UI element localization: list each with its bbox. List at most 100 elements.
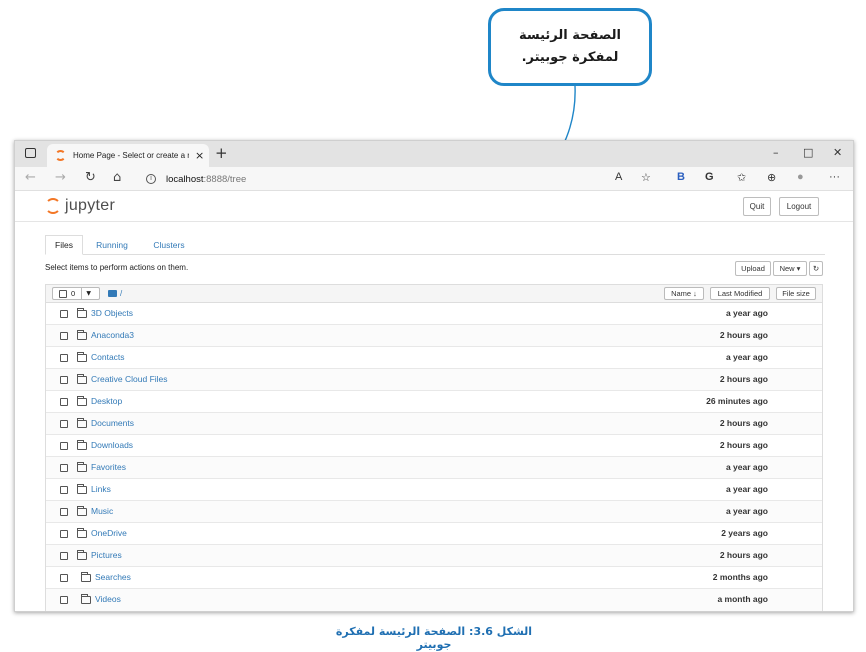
url-input[interactable]: i localhost :8888/tree — [146, 170, 716, 188]
back-icon[interactable]: ← — [25, 170, 36, 185]
refresh-list-button[interactable]: ↻ — [809, 261, 823, 276]
last-modified: a year ago — [725, 462, 768, 472]
table-row[interactable]: 3D Objects a year ago — [46, 303, 822, 325]
breadcrumb-root[interactable]: / — [120, 289, 122, 298]
maximize-button[interactable]: □ — [803, 146, 813, 159]
forward-icon[interactable]: → — [55, 170, 66, 185]
folder-icon — [77, 528, 87, 538]
file-name-link[interactable]: Creative Cloud Files — [91, 374, 168, 384]
tab-clusters[interactable]: Clusters — [145, 235, 193, 255]
site-info-icon[interactable]: i — [146, 174, 156, 184]
last-modified: 2 hours ago — [719, 374, 768, 384]
g-extension-icon[interactable]: G — [705, 171, 714, 183]
file-name-link[interactable]: OneDrive — [91, 528, 127, 538]
table-row[interactable]: Anaconda3 2 hours ago — [46, 325, 822, 347]
file-name-link[interactable]: Documents — [91, 418, 134, 428]
collections-icon[interactable]: ⊕ — [767, 171, 776, 184]
profile-avatar-icon[interactable]: ● — [797, 171, 804, 183]
read-aloud-icon[interactable]: A — [615, 171, 622, 183]
table-row[interactable]: Documents 2 hours ago — [46, 413, 822, 435]
minimize-button[interactable]: – — [773, 146, 779, 159]
table-row[interactable]: Links a year ago — [46, 479, 822, 501]
file-name-link[interactable]: 3D Objects — [91, 308, 133, 318]
table-row[interactable]: Desktop 26 minutes ago — [46, 391, 822, 413]
row-checkbox[interactable] — [60, 596, 68, 604]
row-checkbox[interactable] — [60, 552, 68, 560]
close-window-button[interactable]: ✕ — [833, 146, 842, 159]
row-checkbox[interactable] — [60, 398, 68, 406]
row-checkbox[interactable] — [60, 508, 68, 516]
tab-running[interactable]: Running — [89, 235, 135, 255]
row-checkbox[interactable] — [60, 332, 68, 340]
home-icon[interactable]: ⌂ — [113, 170, 121, 185]
new-dropdown-button[interactable]: New ▾ — [773, 261, 807, 276]
table-row[interactable]: Favorites a year ago — [46, 457, 822, 479]
file-name-link[interactable]: Contacts — [91, 352, 125, 362]
url-host: localhost — [166, 173, 204, 185]
table-row[interactable]: Music a year ago — [46, 501, 822, 523]
file-name-link[interactable]: Pictures — [91, 550, 122, 560]
row-checkbox[interactable] — [60, 530, 68, 538]
file-name-link[interactable]: Favorites — [91, 462, 126, 472]
table-row[interactable]: Downloads 2 hours ago — [46, 435, 822, 457]
table-row[interactable]: Creative Cloud Files 2 hours ago — [46, 369, 822, 391]
table-row[interactable]: Searches 2 months ago — [46, 567, 822, 589]
select-all-checkbox[interactable] — [59, 289, 67, 298]
logout-button[interactable]: Logout — [779, 197, 819, 216]
folder-icon — [77, 462, 87, 472]
file-name-link[interactable]: Videos — [95, 594, 121, 604]
row-checkbox[interactable] — [60, 420, 68, 428]
row-checkbox[interactable] — [60, 310, 68, 318]
sort-file-size-button[interactable]: File size — [776, 287, 816, 300]
tab-close-icon[interactable]: × — [195, 149, 204, 162]
select-dropdown-icon[interactable]: ▼ — [81, 287, 95, 300]
tab-actions-icon[interactable] — [25, 148, 36, 158]
table-row[interactable]: Videos a month ago — [46, 589, 822, 611]
select-all-group[interactable]: 0 ▼ — [52, 287, 100, 300]
selected-count: 0 — [71, 289, 76, 298]
last-modified: a year ago — [725, 506, 768, 516]
row-checkbox[interactable] — [60, 442, 68, 450]
file-name-link[interactable]: Desktop — [91, 396, 122, 406]
upload-button[interactable]: Upload — [735, 261, 771, 276]
file-name-link[interactable]: Music — [91, 506, 113, 516]
address-bar: ← → ↻ ⌂ i localhost :8888/tree A ☆ B G ✩… — [15, 167, 853, 191]
row-checkbox[interactable] — [60, 574, 68, 582]
browser-tab-home[interactable]: Home Page - Select or create a n × — [47, 144, 209, 167]
last-modified: 2 hours ago — [719, 330, 768, 340]
more-menu-icon[interactable]: ··· — [829, 171, 840, 183]
row-checkbox[interactable] — [60, 354, 68, 362]
new-tab-button[interactable]: + — [215, 144, 228, 162]
sort-last-modified-button[interactable]: Last Modified — [710, 287, 770, 300]
table-row[interactable]: Pictures 2 hours ago — [46, 545, 822, 567]
folder-icon — [77, 308, 87, 318]
row-checkbox[interactable] — [60, 464, 68, 472]
figure-caption: الشكل 3.6: الصفحة الرئيسة لمفكرة جوبيتر — [335, 625, 533, 651]
last-modified: a year ago — [725, 484, 768, 494]
row-checkbox[interactable] — [60, 486, 68, 494]
row-checkbox[interactable] — [60, 376, 68, 384]
file-name-link[interactable]: Searches — [95, 572, 131, 582]
b-extension-icon[interactable]: B — [677, 171, 685, 183]
sort-name-button[interactable]: Name ↓ — [664, 287, 704, 300]
jupyter-logo-text: jupyter — [65, 197, 116, 214]
last-modified: 2 hours ago — [719, 550, 768, 560]
favorite-star-icon[interactable]: ☆ — [641, 171, 651, 184]
breadcrumb[interactable]: / — [108, 289, 122, 298]
jupyter-logo[interactable]: jupyter — [45, 197, 115, 215]
table-row[interactable]: OneDrive 2 years ago — [46, 523, 822, 545]
folder-icon — [77, 396, 87, 406]
callout-line-2: لمفكرة جوبيتر. — [521, 50, 619, 65]
tab-files[interactable]: Files — [45, 235, 83, 255]
folder-icon — [77, 374, 87, 384]
quit-button[interactable]: Quit — [743, 197, 771, 216]
table-row[interactable]: Contacts a year ago — [46, 347, 822, 369]
refresh-icon[interactable]: ↻ — [85, 170, 96, 185]
favorites-icon[interactable]: ✩ — [737, 171, 746, 184]
file-name-link[interactable]: Downloads — [91, 440, 133, 450]
callout-line-1: الصفحة الرئيسة — [519, 28, 622, 43]
folder-icon — [108, 290, 117, 297]
file-name-link[interactable]: Links — [91, 484, 111, 494]
last-modified: a month ago — [717, 594, 768, 604]
file-name-link[interactable]: Anaconda3 — [91, 330, 134, 340]
